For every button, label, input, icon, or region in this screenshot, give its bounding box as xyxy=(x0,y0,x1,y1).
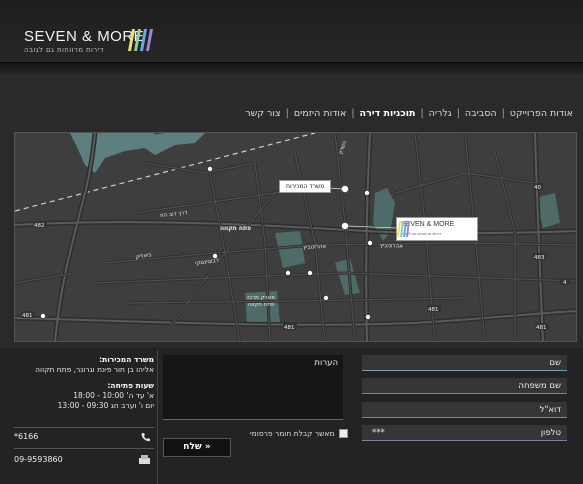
consent-label: מאשר קבלת חומר פרסומי xyxy=(250,429,335,438)
logo-subtitle: דירות מרווחות גם לגובה xyxy=(24,46,104,54)
svg-text:483: 483 xyxy=(534,255,545,261)
info-divider xyxy=(14,427,154,428)
nav-floor-plans[interactable]: תוכניות דירה xyxy=(360,108,416,119)
svg-text:482: 482 xyxy=(34,223,45,229)
first-name-field[interactable]: שם xyxy=(362,355,567,371)
consent-row: מאשר קבלת חומר פרסומי xyxy=(250,429,348,438)
logo-text: SEVEN & MORE xyxy=(24,28,145,45)
phone-field-label: טלפון xyxy=(540,428,561,438)
map-label-petah-tikva: פתח תקווה xyxy=(220,225,252,232)
map-graphics: 482 481 481 481 40 483 4 481 xyxy=(15,133,576,341)
notes-textarea[interactable]: הערות xyxy=(163,355,343,420)
consent-checkbox[interactable] xyxy=(338,429,348,438)
footer-divider xyxy=(157,350,158,484)
site-header: SEVEN & MORE דירות מרווחות גם לגובה xyxy=(0,0,583,63)
svg-text:481: 481 xyxy=(22,313,33,319)
nav-about-developers[interactable]: אודות היזמים xyxy=(294,108,346,119)
map-logo-stripes-icon xyxy=(397,221,410,237)
main-nav: אודות הפרוייקט | הסביבה | גלריה | תוכניו… xyxy=(245,108,573,119)
nav-gallery[interactable]: גלריה xyxy=(429,108,452,119)
svg-text:481: 481 xyxy=(284,325,295,331)
nav-about-project[interactable]: אודות הפרוייקט xyxy=(510,108,573,119)
send-button[interactable]: שלח » xyxy=(163,438,231,457)
phone-field[interactable]: טלפון *** xyxy=(362,425,567,441)
map-label-central-park: פארק מרכז פתח תקווה xyxy=(247,295,275,308)
site-logo[interactable]: SEVEN & MORE דירות מרווחות גם לגובה xyxy=(24,28,144,54)
info-divider-2 xyxy=(14,448,154,449)
notes-label: הערות xyxy=(314,358,338,368)
phone-icon xyxy=(141,433,150,442)
last-name-field[interactable]: שם משפחה xyxy=(362,378,567,394)
header-shadow xyxy=(0,62,583,76)
office-address: אליהו בן חור פינת וגרונר, פתח תקווה xyxy=(35,365,154,374)
hours-friday: יום ו' וערב חג 09:30 - 13:00 xyxy=(57,401,154,410)
fax-number[interactable]: 09-9593860 xyxy=(14,455,63,464)
location-map[interactable]: 482 481 481 481 40 483 4 481 פתח תקווה ד… xyxy=(14,132,577,342)
hours-title: שעות פתיחה: xyxy=(107,381,154,390)
svg-text:481: 481 xyxy=(428,307,439,313)
fax-icon xyxy=(139,455,150,464)
svg-text:4: 4 xyxy=(563,280,567,286)
phone-number[interactable]: *6166 xyxy=(14,432,38,441)
email-field[interactable]: דוא"ל xyxy=(362,402,567,418)
hours-weekdays: א' עד ה' 10:00 - 18:00 xyxy=(73,391,154,400)
office-title: משרד המכירות: xyxy=(99,355,154,364)
phone-prefix: *** xyxy=(372,428,385,438)
nav-surroundings[interactable]: הסביבה xyxy=(465,108,497,119)
map-label-aharonovitz: אהרונוביץ xyxy=(303,243,327,251)
nav-contact[interactable]: צור קשר xyxy=(245,108,280,119)
sales-office-callout[interactable]: משרד המכירות xyxy=(279,180,332,193)
svg-text:481: 481 xyxy=(536,325,547,331)
svg-text:40: 40 xyxy=(534,185,541,191)
map-logo-callout[interactable]: SEVEN & MORE דירות מרווחות גם לגובה xyxy=(396,217,478,241)
phone-row: *6166 xyxy=(14,432,154,442)
map-label-aharonovitz-2: אהרונוביץ xyxy=(379,243,403,250)
fax-row: 09-9593860 xyxy=(14,455,154,464)
logo-stripes-icon xyxy=(128,29,153,51)
sales-office-info: משרד המכירות: אליהו בן חור פינת וגרונר, … xyxy=(14,355,154,411)
